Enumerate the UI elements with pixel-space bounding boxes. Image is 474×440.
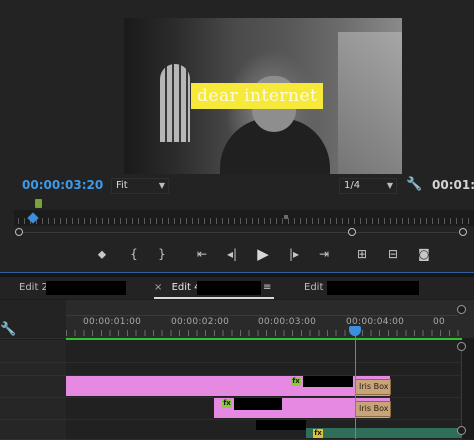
extract-button[interactable]: ⊟ [383, 244, 403, 264]
tab-edit-2[interactable]: Edit 2 [19, 277, 48, 299]
step-forward-button[interactable]: |▸ [284, 244, 304, 264]
zoom-scrollbar-track[interactable] [18, 232, 458, 233]
fx-badge[interactable]: fx [291, 377, 301, 386]
redacted-text [197, 281, 261, 295]
ruler-label: 00:00:01:00 [83, 317, 142, 327]
track-header[interactable] [0, 340, 66, 363]
resolution-label: 1/4 [344, 180, 361, 191]
audio-clip[interactable] [306, 428, 462, 438]
edit-point-marker [284, 215, 288, 219]
fit-label: Fit [116, 180, 128, 191]
video-caption: dear internet [191, 83, 324, 109]
track-header[interactable] [0, 363, 66, 376]
track-row[interactable] [66, 340, 462, 363]
ruler-ticks [66, 330, 462, 336]
mini-timeline-ticks [18, 218, 474, 224]
track-header[interactable] [0, 420, 66, 440]
track-row[interactable] [66, 363, 462, 376]
scroll-handle-bottom[interactable] [457, 426, 466, 435]
zoom-handle-right[interactable] [459, 228, 467, 236]
fx-badge[interactable]: fx [313, 429, 323, 438]
lift-button[interactable]: ⊞ [352, 244, 372, 264]
tab-menu-icon[interactable]: ≡ [263, 277, 271, 299]
fit-dropdown[interactable]: Fit ▼ [111, 178, 169, 194]
scroll-handle-top[interactable] [457, 342, 466, 351]
arched-window [160, 64, 190, 142]
fx-badge[interactable]: fx [222, 399, 232, 408]
step-back-button[interactable]: ◂| [222, 244, 242, 264]
ruler-label: 00:00:03:00 [258, 317, 317, 327]
resolution-dropdown[interactable]: 1/4 ▼ [339, 178, 397, 194]
vertical-scrollbar-track[interactable] [461, 348, 462, 430]
playhead-line[interactable] [355, 330, 356, 439]
chevron-down-icon: ▼ [386, 181, 393, 190]
add-marker-button[interactable]: ⬥ [92, 244, 112, 264]
go-to-out-button[interactable]: ⇥ [314, 244, 334, 264]
wrench-icon[interactable]: 🔧 [0, 322, 16, 337]
redacted-clip-name [303, 376, 353, 387]
duration-timecode: 00:01:4 [432, 178, 474, 192]
transition-iris-box[interactable]: Iris Box [355, 401, 391, 417]
play-button[interactable]: ▶ [253, 244, 273, 264]
transport-controls: ⬥ { } ⇤ ◂| ▶ |▸ ⇥ ⊞ ⊟ ◙ [0, 244, 474, 264]
track-header[interactable] [0, 376, 66, 398]
marker-icon[interactable] [35, 199, 42, 208]
tab-label: Edit 2 [19, 282, 48, 293]
export-frame-button[interactable]: ◙ [414, 244, 434, 264]
zoom-handle-left[interactable] [15, 228, 23, 236]
horizontal-zoom-track[interactable] [66, 315, 458, 316]
wrench-icon[interactable]: 🔧 [406, 178, 422, 192]
redacted-clip-name [256, 420, 306, 430]
close-icon[interactable]: × [154, 282, 162, 293]
zoom-handle-middle[interactable] [348, 228, 356, 236]
transition-iris-box[interactable]: Iris Box [355, 379, 391, 395]
track-header[interactable] [0, 398, 66, 420]
sequence-tab-bar: Edit 2 × Edit 4 / ≡ Edit 6 [0, 277, 474, 299]
chevron-down-icon: ▼ [158, 181, 165, 190]
mark-out-button[interactable]: } [152, 244, 172, 264]
go-to-in-button[interactable]: ⇤ [192, 244, 212, 264]
playhead-timecode[interactable]: 00:00:03:20 [22, 178, 103, 192]
brick-wall [338, 32, 402, 174]
mark-in-button[interactable]: { [124, 244, 144, 264]
zoom-handle-right[interactable] [457, 305, 466, 314]
program-monitor: dear internet 00:00:03:20 Fit ▼ 1/4 ▼ 🔧 … [0, 0, 474, 272]
ruler-label: 00:00:02:00 [171, 317, 230, 327]
redacted-text [327, 281, 419, 295]
redacted-text [46, 281, 126, 295]
redacted-clip-name [234, 398, 282, 410]
ruler-label: 00 [433, 317, 446, 327]
